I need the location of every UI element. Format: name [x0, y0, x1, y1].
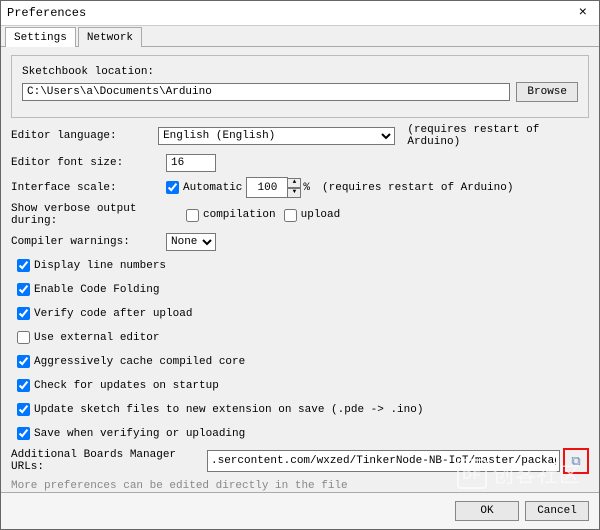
- close-icon[interactable]: ×: [573, 1, 593, 25]
- compiler-warnings-select[interactable]: None: [166, 233, 216, 251]
- sketchbook-path-input[interactable]: [22, 83, 510, 101]
- option-checkbox-6[interactable]: [17, 403, 30, 416]
- boards-manager-label: Additional Boards Manager URLs:: [11, 449, 207, 473]
- editor-language-select[interactable]: English (English): [158, 127, 395, 145]
- automatic-checkbox[interactable]: [166, 181, 179, 194]
- cancel-button[interactable]: Cancel: [525, 501, 589, 521]
- scale-spinner[interactable]: ▲▼: [287, 178, 301, 198]
- editor-language-row: Editor language: English (English) (requ…: [11, 124, 589, 148]
- editor-language-label: Editor language:: [11, 130, 158, 142]
- option-row: Save when verifying or uploading: [11, 424, 589, 443]
- option-checkbox-3[interactable]: [17, 331, 30, 344]
- automatic-label: Automatic: [183, 182, 242, 194]
- window-title: Preferences: [7, 1, 86, 25]
- option-row: Display line numbers: [11, 256, 589, 275]
- more-prefs-note: More preferences can be edited directly …: [11, 480, 589, 492]
- titlebar: Preferences ×: [1, 1, 599, 26]
- option-checkbox-1[interactable]: [17, 283, 30, 296]
- pct-label: %: [303, 182, 310, 194]
- dialog-footer: OK Cancel: [1, 492, 599, 529]
- boards-manager-url-input[interactable]: [207, 450, 560, 472]
- option-label: Save when verifying or uploading: [34, 428, 245, 440]
- option-label: Update sketch files to new extension on …: [34, 404, 423, 416]
- option-checkbox-4[interactable]: [17, 355, 30, 368]
- interface-scale-label: Interface scale:: [11, 182, 166, 194]
- font-size-label: Editor font size:: [11, 157, 166, 169]
- settings-panel: Sketchbook location: Browse Editor langu…: [1, 47, 599, 526]
- sketchbook-label: Sketchbook location:: [22, 66, 578, 78]
- compiler-warnings-label: Compiler warnings:: [11, 236, 166, 248]
- compilation-label: compilation: [203, 209, 276, 221]
- option-row: Verify code after upload: [11, 304, 589, 323]
- boards-manager-row: Additional Boards Manager URLs: ⧉: [11, 448, 589, 474]
- compilation-checkbox[interactable]: [186, 209, 199, 222]
- ok-button[interactable]: OK: [455, 501, 519, 521]
- options-list: Display line numbers Enable Code Folding V…: [11, 256, 589, 443]
- window-expand-icon: ⧉: [571, 454, 580, 469]
- option-row: Use external editor: [11, 328, 589, 347]
- option-label: Aggressively cache compiled core: [34, 356, 245, 368]
- verbose-label: Show verbose output during:: [11, 203, 186, 227]
- interface-scale-note: (requires restart of Arduino): [322, 182, 513, 194]
- option-row: Enable Code Folding: [11, 280, 589, 299]
- option-checkbox-7[interactable]: [17, 427, 30, 440]
- interface-scale-row: Interface scale: Automatic ▲▼ % (require…: [11, 177, 589, 198]
- option-label: Display line numbers: [34, 260, 166, 272]
- upload-checkbox[interactable]: [284, 209, 297, 222]
- scale-input[interactable]: [246, 177, 288, 198]
- editor-language-note: (requires restart of Arduino): [407, 124, 589, 148]
- option-label: Use external editor: [34, 332, 159, 344]
- verbose-row: Show verbose output during: compilation …: [11, 203, 589, 227]
- option-row: Check for updates on startup: [11, 376, 589, 395]
- tab-settings[interactable]: Settings: [5, 27, 76, 47]
- font-size-input[interactable]: [166, 154, 216, 172]
- browse-button[interactable]: Browse: [516, 82, 578, 102]
- option-label: Enable Code Folding: [34, 284, 159, 296]
- preferences-window: Preferences × Settings Network Sketchboo…: [0, 0, 600, 530]
- option-checkbox-2[interactable]: [17, 307, 30, 320]
- upload-label: upload: [301, 209, 341, 221]
- tabs: Settings Network: [1, 26, 599, 47]
- font-size-row: Editor font size:: [11, 153, 589, 172]
- option-label: Verify code after upload: [34, 308, 192, 320]
- compiler-warnings-row: Compiler warnings: None: [11, 232, 589, 251]
- boards-manager-expand-button[interactable]: ⧉: [563, 448, 589, 474]
- sketchbook-group: Sketchbook location: Browse: [11, 55, 589, 118]
- tab-network[interactable]: Network: [78, 27, 142, 47]
- option-row: Update sketch files to new extension on …: [11, 400, 589, 419]
- option-row: Aggressively cache compiled core: [11, 352, 589, 371]
- option-checkbox-0[interactable]: [17, 259, 30, 272]
- option-label: Check for updates on startup: [34, 380, 219, 392]
- option-checkbox-5[interactable]: [17, 379, 30, 392]
